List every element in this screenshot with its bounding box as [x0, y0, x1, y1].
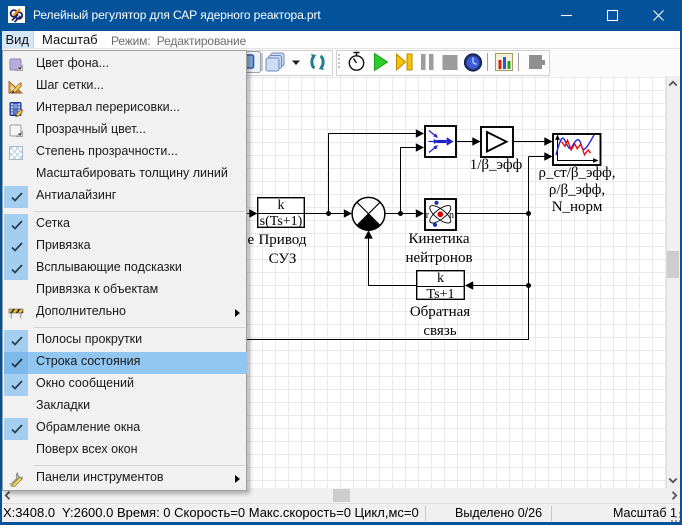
svg-text:n: n — [449, 210, 454, 221]
